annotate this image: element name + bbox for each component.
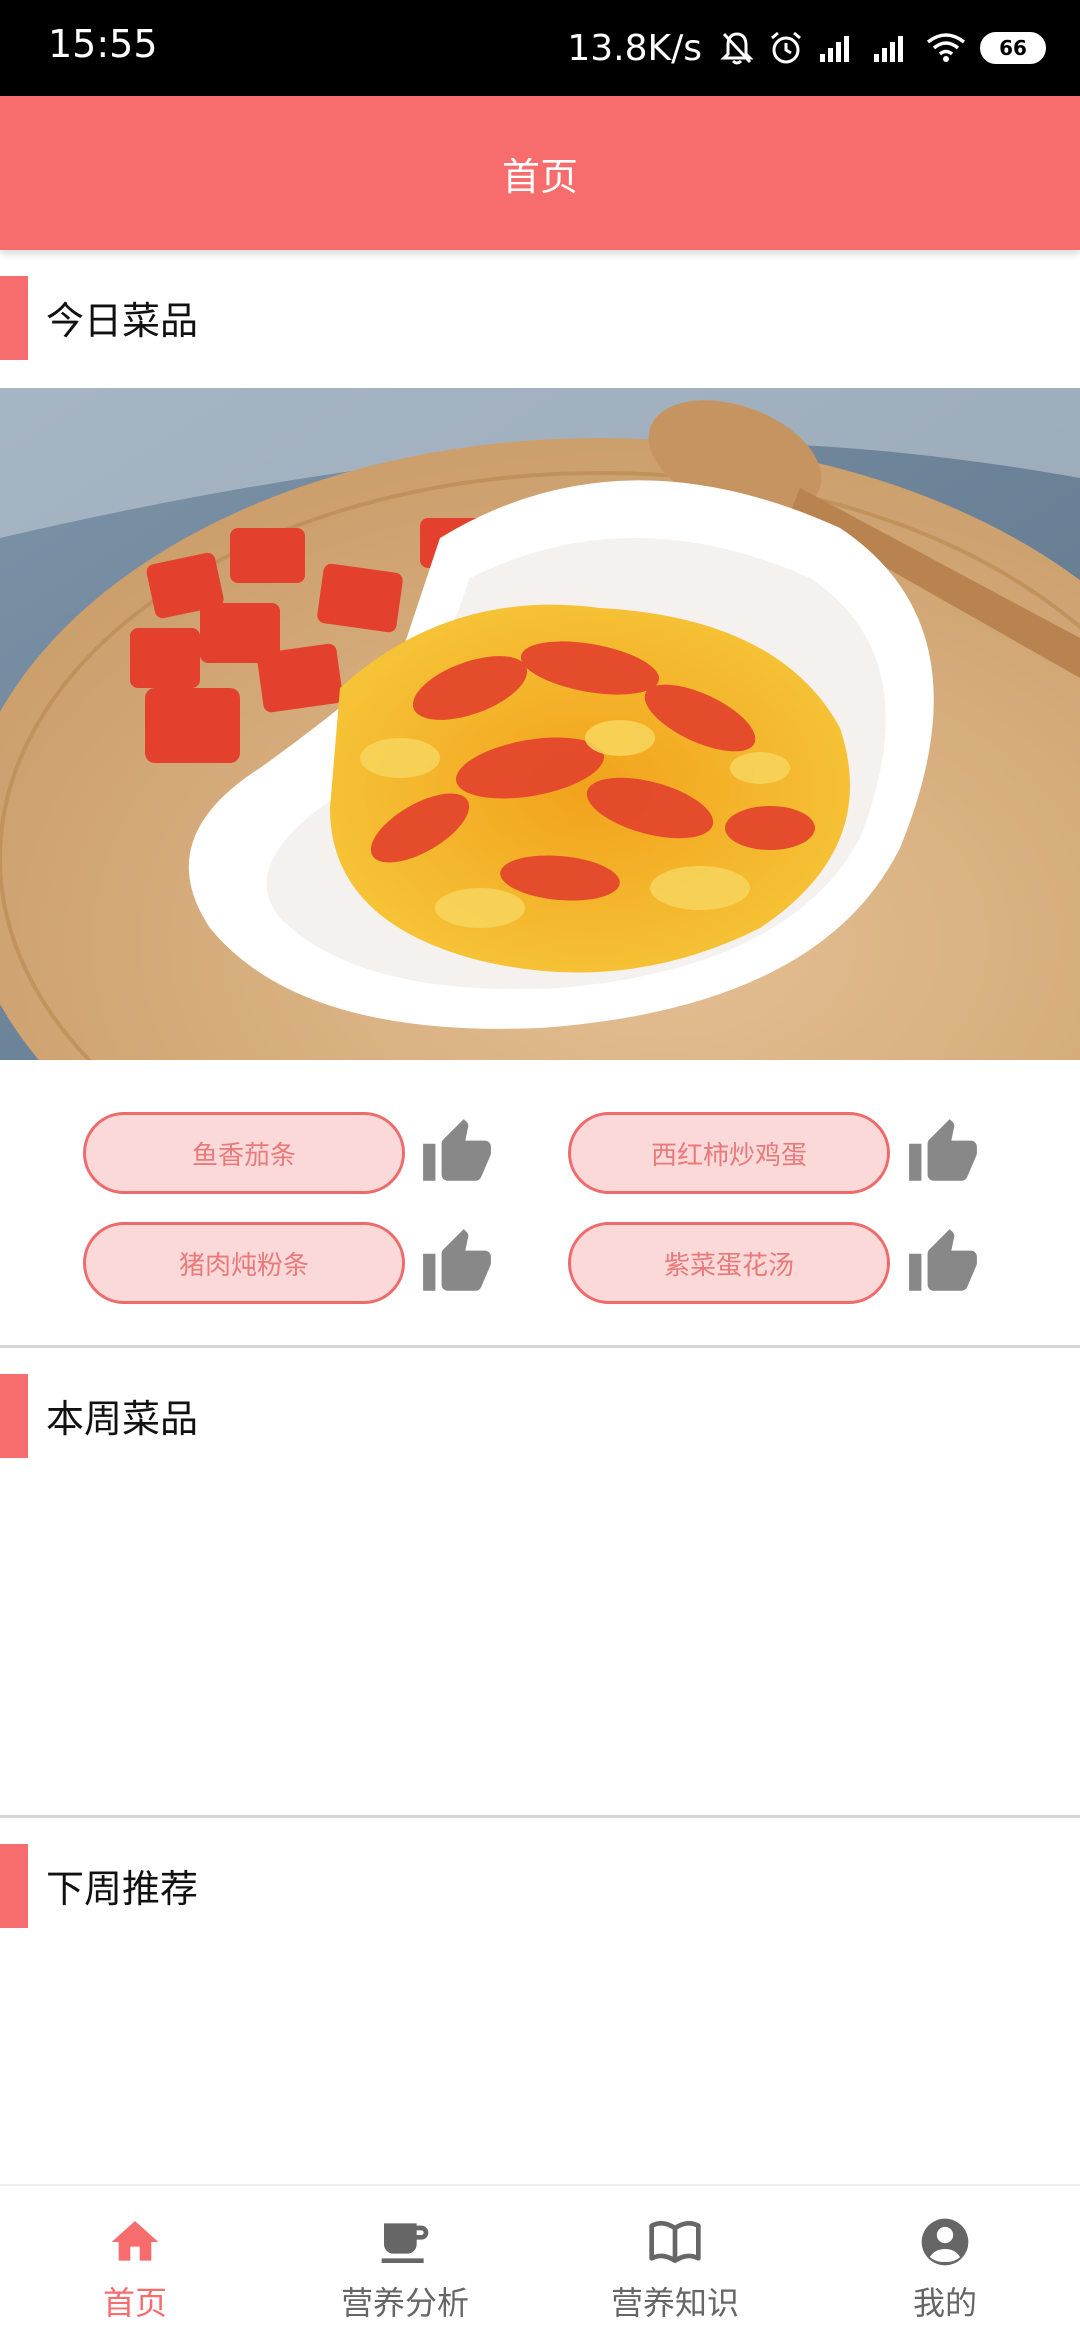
nav-item-nutrition-knowledge[interactable]: 营养知识 — [540, 2186, 810, 2340]
thumbs-up-icon[interactable] — [420, 1116, 494, 1190]
section-divider — [0, 1815, 1080, 1818]
nav-item-nutrition-analysis[interactable]: 营养分析 — [270, 2186, 540, 2340]
nav-label: 营养知识 — [610, 2284, 739, 2322]
nav-label: 我的 — [912, 2284, 977, 2322]
book-icon — [649, 2220, 701, 2263]
page-title: 首页 — [501, 154, 578, 199]
status-time: 15:55 — [48, 22, 158, 66]
section-divider — [0, 1345, 1080, 1348]
user-icon — [921, 2218, 969, 2266]
section-this-week: 本周菜品 — [0, 1374, 1080, 1458]
network-speed: 13.8K/s — [567, 27, 702, 69]
section-accent-bar — [0, 1844, 28, 1928]
nav-item-profile[interactable]: 我的 — [810, 2186, 1080, 2340]
thumbs-up-icon[interactable] — [906, 1226, 980, 1300]
mute-bell-icon — [720, 32, 754, 65]
app-header: 首页 — [0, 96, 1080, 250]
dish-button[interactable]: 紫菜蛋花汤 — [568, 1222, 890, 1304]
thumbs-up-icon[interactable] — [420, 1226, 494, 1300]
nav-label: 营养分析 — [340, 2284, 469, 2322]
dish-hero-image[interactable] — [0, 388, 1080, 1060]
nav-label: 首页 — [102, 2284, 167, 2322]
section-title-next-week: 下周推荐 — [46, 1867, 199, 1911]
dish-photo — [0, 388, 1080, 1060]
app-screen: 15:55 13.8K/s 66 首页 今日菜品 鱼香茄条 西红柿炒鸡蛋 猪肉炖… — [0, 0, 1080, 2340]
section-title-today: 今日菜品 — [46, 299, 199, 343]
home-icon — [111, 2221, 159, 2261]
battery-indicator: 66 — [980, 32, 1046, 64]
nav-item-home[interactable]: 首页 — [0, 2186, 270, 2340]
dish-button[interactable]: 猪肉炖粉条 — [83, 1222, 405, 1304]
dish-row-1: 鱼香茄条 西红柿炒鸡蛋 — [0, 1112, 1080, 1196]
status-bar: 15:55 13.8K/s 66 — [0, 0, 1080, 96]
section-next-week: 下周推荐 — [0, 1844, 1080, 1928]
thumbs-up-icon[interactable] — [906, 1116, 980, 1190]
coffee-cup-icon — [381, 2223, 429, 2263]
signal-icon — [820, 36, 849, 62]
status-indicators: 13.8K/s 66 — [567, 22, 1046, 74]
dish-row-2: 猪肉炖粉条 紫菜蛋花汤 — [0, 1222, 1080, 1306]
dish-button[interactable]: 鱼香茄条 — [83, 1112, 405, 1194]
section-today: 今日菜品 — [0, 276, 1080, 360]
section-accent-bar — [0, 276, 28, 360]
section-title-this-week: 本周菜品 — [46, 1397, 199, 1441]
bottom-nav: 首页 营养分析 营养知识 我的 — [0, 2184, 1080, 2340]
section-accent-bar — [0, 1374, 28, 1458]
dish-button[interactable]: 西红柿炒鸡蛋 — [568, 1112, 890, 1194]
wifi-icon — [926, 33, 966, 62]
alarm-clock-icon — [771, 31, 801, 64]
signal-icon-2 — [874, 36, 903, 62]
